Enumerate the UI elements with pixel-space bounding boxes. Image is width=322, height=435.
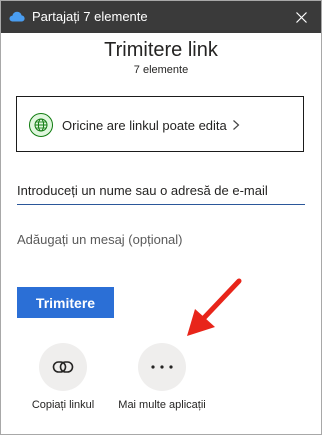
share-dialog: Partajați 7 elemente Trimitere link 7 el…	[0, 0, 322, 435]
close-icon	[295, 11, 307, 23]
red-arrow-icon	[187, 278, 242, 336]
message-input[interactable]	[17, 227, 305, 251]
more-apps-option[interactable]: Mai multe aplicații	[107, 343, 217, 423]
window-title: Partajați 7 elemente	[32, 9, 148, 24]
copy-link-label: Copiați linkul	[31, 399, 95, 411]
onedrive-cloud-icon	[9, 11, 25, 22]
globe-badge	[29, 113, 53, 137]
title-bar: Partajați 7 elemente	[1, 1, 321, 33]
link-settings-button[interactable]: Oricine are linkul poate edita	[16, 96, 304, 152]
link-icon	[52, 361, 74, 373]
globe-icon	[34, 118, 48, 132]
chevron-right-icon	[233, 120, 240, 130]
more-icon	[151, 365, 173, 369]
item-count: 7 elemente	[133, 64, 189, 76]
more-apps-circle	[138, 343, 186, 391]
copy-link-circle	[39, 343, 87, 391]
copy-link-option[interactable]: Copiați linkul	[8, 343, 118, 423]
recipient-input[interactable]	[17, 177, 305, 205]
send-button[interactable]: Trimitere	[17, 287, 114, 318]
dialog-heading: Trimitere link	[104, 39, 218, 61]
link-permission-label: Oricine are linkul poate edita	[62, 118, 227, 133]
close-button[interactable]	[281, 1, 321, 33]
more-apps-label: Mai multe aplicații	[118, 399, 206, 411]
